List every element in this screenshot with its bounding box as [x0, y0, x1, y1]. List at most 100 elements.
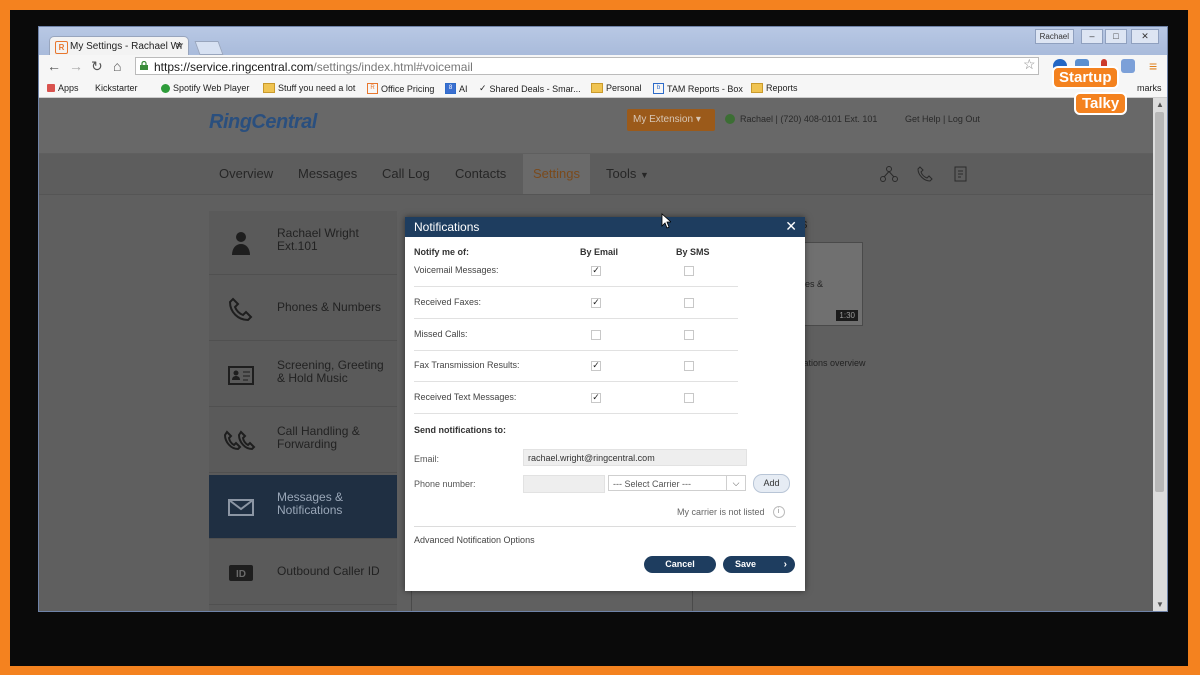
- bookmark-item[interactable]: b TAM Reports - Box: [653, 83, 743, 94]
- caret-down-icon: ▾: [695, 114, 701, 125]
- folder-icon: [263, 83, 275, 93]
- video-caption[interactable]: ications overview: [797, 358, 866, 368]
- notification-row-label: Voicemail Messages:: [414, 265, 499, 275]
- maximize-icon[interactable]: □: [1105, 29, 1127, 44]
- menu-icon[interactable]: ≡: [1149, 58, 1157, 74]
- nav-call-log[interactable]: Call Log: [382, 166, 430, 181]
- phone-icon: [228, 297, 253, 322]
- carrier-select[interactable]: --- Select Carrier --- ⌵: [608, 475, 746, 491]
- email-checkbox[interactable]: ✓: [591, 298, 601, 308]
- svg-text:ID: ID: [236, 569, 246, 580]
- save-button[interactable]: Save ›: [723, 556, 795, 573]
- chevron-down-icon: ⌵: [726, 476, 745, 490]
- bookmark-item[interactable]: ✓ Shared Deals - Smar...: [479, 83, 581, 94]
- sms-checkbox[interactable]: [684, 361, 694, 371]
- bookmark-label: Reports: [766, 83, 798, 93]
- profile-badge[interactable]: Rachael: [1034, 29, 1074, 44]
- info-icon[interactable]: i: [772, 506, 785, 518]
- notifications-dialog: Notifications ✕ Notify me of: By Email B…: [405, 217, 805, 591]
- fax-icon[interactable]: [951, 164, 971, 184]
- tab-close-icon[interactable]: ×: [176, 40, 182, 52]
- carrier-not-listed[interactable]: My carrier is not listed i: [677, 506, 785, 518]
- sidebar-item-phones[interactable]: Phones & Numbers: [209, 277, 397, 341]
- home-icon[interactable]: ⌂: [113, 58, 121, 74]
- nav-settings[interactable]: Settings: [523, 154, 590, 194]
- conference-icon[interactable]: [879, 164, 899, 184]
- email-checkbox[interactable]: ✓: [591, 266, 601, 276]
- bookmark-item[interactable]: Personal: [591, 83, 642, 93]
- url-host: https://service.ringcentral.com: [154, 60, 314, 74]
- bookmark-item[interactable]: Apps: [47, 83, 79, 93]
- col-header-email: By Email: [580, 247, 619, 257]
- email-checkbox[interactable]: ✓: [591, 393, 601, 403]
- sms-checkbox[interactable]: [684, 266, 694, 276]
- settings-sidebar: Rachael Wright Ext.101 Phones & Numbers …: [209, 211, 397, 611]
- advanced-options-link[interactable]: Advanced Notification Options: [414, 535, 535, 545]
- sidebar-item-user[interactable]: Rachael Wright Ext.101: [209, 211, 397, 275]
- sms-checkbox[interactable]: [684, 298, 694, 308]
- apps-icon: [47, 84, 55, 92]
- bookmark-label: Apps: [58, 83, 79, 93]
- bookmark-item[interactable]: 8 AI: [445, 83, 468, 94]
- other-bookmarks[interactable]: marks: [1137, 83, 1162, 93]
- bookmark-label: Spotify Web Player: [173, 83, 250, 93]
- minimize-icon[interactable]: –: [1081, 29, 1103, 44]
- id-icon: ID: [229, 565, 253, 581]
- video-frame: R My Settings - Rachael Wr × Rachael – □…: [10, 10, 1188, 666]
- email-checkbox[interactable]: ✓: [591, 361, 601, 371]
- bookmark-label: TAM Reports - Box: [667, 83, 743, 94]
- browser-tab[interactable]: R My Settings - Rachael Wr ×: [49, 36, 189, 56]
- close-window-icon[interactable]: ✕: [1131, 29, 1159, 44]
- help-links[interactable]: Get Help | Log Out: [905, 114, 980, 124]
- bookmark-label: Stuff you need a lot: [278, 83, 356, 93]
- bookmark-star-icon[interactable]: ☆: [1023, 56, 1036, 73]
- row-divider: [414, 413, 738, 414]
- nav-tools[interactable]: Tools ▼: [606, 166, 649, 181]
- sidebar-item-messages[interactable]: Messages & Notifications: [209, 475, 397, 539]
- scroll-up-icon[interactable]: ▲: [1156, 100, 1164, 109]
- email-checkbox[interactable]: [591, 330, 601, 340]
- email-field[interactable]: rachael.wright@ringcentral.com: [523, 449, 747, 466]
- bookmark-item[interactable]: Kickstarter: [95, 83, 138, 165]
- sms-checkbox[interactable]: [684, 393, 694, 403]
- sms-checkbox[interactable]: [684, 330, 694, 340]
- col-header-sms: By SMS: [676, 247, 710, 257]
- page-scrollbar[interactable]: ▲ ▼: [1153, 98, 1167, 611]
- phone-number-input[interactable]: [523, 475, 605, 493]
- status-icon: [725, 114, 735, 124]
- bookmark-item[interactable]: Spotify Web Player: [161, 83, 249, 93]
- bookmark-item[interactable]: Stuff you need a lot: [263, 83, 355, 93]
- bookmarks-bar: Apps Kickstarter Spotify Web Player Stuf…: [39, 79, 1167, 165]
- notification-row-label: Missed Calls:: [414, 329, 468, 339]
- my-extension-dropdown[interactable]: My Extension ▾: [627, 109, 715, 131]
- add-button[interactable]: Add: [753, 474, 790, 493]
- new-tab-button[interactable]: [194, 41, 224, 55]
- bookmark-item[interactable]: R Office Pricing: [367, 83, 434, 94]
- phone-label: Phone number:: [414, 479, 476, 489]
- nav-tools-label: Tools: [606, 166, 637, 181]
- back-icon[interactable]: ←: [47, 58, 61, 74]
- caret-down-icon: ▼: [639, 170, 649, 180]
- address-bar[interactable]: https://service.ringcentral.com/settings…: [135, 57, 1039, 75]
- nav-contacts[interactable]: Contacts: [455, 166, 506, 181]
- sidebar-item-caller-id[interactable]: ID Outbound Caller ID: [209, 541, 397, 605]
- sidebar-item-call-handling[interactable]: Call Handling & Forwarding: [209, 409, 397, 473]
- ringcentral-logo[interactable]: RingCentral: [209, 111, 317, 134]
- scroll-down-icon[interactable]: ▼: [1156, 600, 1164, 609]
- nav-messages[interactable]: Messages: [298, 166, 357, 181]
- reload-icon[interactable]: ↻: [91, 58, 103, 75]
- cancel-button[interactable]: Cancel: [644, 556, 716, 573]
- sidebar-item-screening[interactable]: Screening, Greeting & Hold Music: [209, 343, 397, 407]
- close-icon[interactable]: ✕: [785, 218, 797, 235]
- notification-row-label: Received Faxes:: [414, 297, 482, 307]
- bookmark-label: Kickstarter: [95, 83, 138, 93]
- nav-overview[interactable]: Overview: [219, 166, 273, 181]
- phone-icon[interactable]: [915, 164, 935, 184]
- scroll-thumb[interactable]: [1155, 112, 1164, 492]
- forward-icon[interactable]: →: [69, 58, 83, 74]
- notification-row-label: Fax Transmission Results:: [414, 360, 520, 370]
- email-label: Email:: [414, 454, 440, 464]
- user-icon: [232, 232, 250, 255]
- bookmark-item[interactable]: Reports: [751, 83, 798, 93]
- folder-icon: [751, 83, 763, 93]
